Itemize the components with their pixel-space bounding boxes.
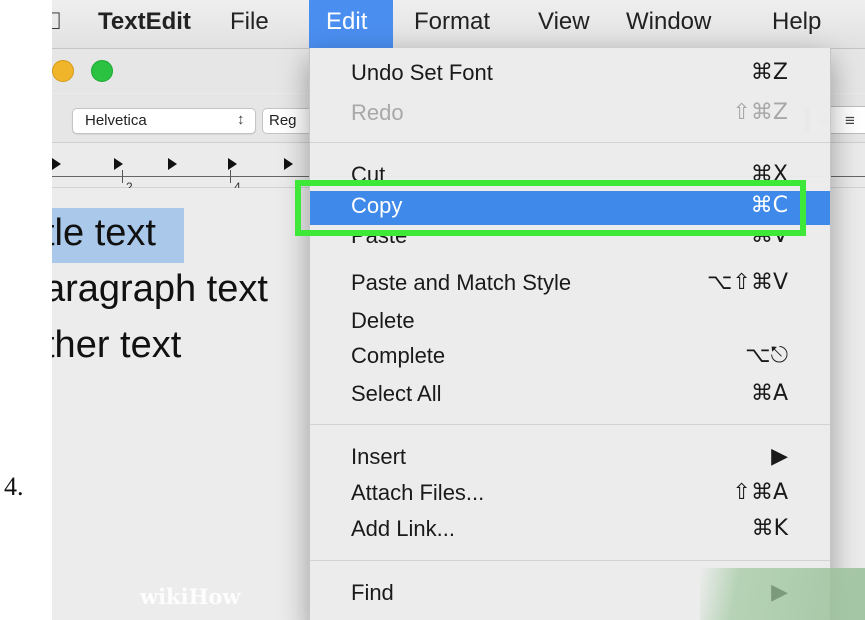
menu-item-label: Insert <box>351 444 407 469</box>
apple-menu-icon[interactable]:  <box>52 8 62 36</box>
submenu-arrow-icon: ▶ <box>771 444 788 469</box>
ruler-tick <box>122 170 123 183</box>
tab-stop-marker[interactable] <box>228 158 237 170</box>
screenshot:  TextEdit File Edit Format View Window … <box>52 0 865 620</box>
menu-item-label: Add Link... <box>351 516 455 541</box>
document-line[interactable]: tle text <box>52 212 156 255</box>
menu-item-label: Undo Set Font <box>351 60 493 85</box>
menu-item-label: Redo <box>351 100 404 125</box>
tab-stop-marker[interactable] <box>284 158 293 170</box>
menu-bar:  TextEdit File Edit Format View Window … <box>52 0 865 49</box>
menu-item-paste-match-style[interactable]: Paste and Match Style ⌥⇧⌘V <box>310 268 830 300</box>
menu-item-label: Delete <box>351 308 415 333</box>
menu-item-label: Find <box>351 580 394 605</box>
tab-stop-marker[interactable] <box>168 158 177 170</box>
document-line[interactable]: aragraph text <box>52 268 268 311</box>
menu-item-label: Paste and Match Style <box>351 270 572 295</box>
watermark-banner <box>700 568 865 620</box>
menu-item-shortcut: ⌘K <box>751 516 788 541</box>
menu-help[interactable]: Help <box>772 8 821 36</box>
tab-stop-marker[interactable] <box>114 158 123 170</box>
select-arrows-icon: ↕ <box>237 111 245 128</box>
menu-separator <box>310 142 830 143</box>
menu-item-shortcut: ⇧⌘Z <box>732 100 788 125</box>
tab-stop-marker[interactable] <box>52 158 61 170</box>
menu-file[interactable]: File <box>230 8 269 36</box>
menu-item-shortcut: ⌘Z <box>750 60 788 85</box>
menu-item-complete[interactable]: Complete ⌥⎋ <box>310 341 830 373</box>
ruler-tick <box>230 170 231 183</box>
menu-window[interactable]: Window <box>626 8 711 36</box>
font-style-value: Reg <box>269 112 297 129</box>
menu-item-label: Attach Files... <box>351 480 485 505</box>
menu-item-redo[interactable]: Redo ⇧⌘Z <box>310 98 830 130</box>
minimize-button[interactable] <box>52 60 74 82</box>
menu-item-attach-files[interactable]: Attach Files... ⇧⌘A <box>310 478 830 510</box>
menu-item-shortcut: ⌥⎋ <box>745 343 788 368</box>
step-number: 4. <box>4 472 24 501</box>
font-family-select[interactable]: Helvetica ↕ <box>72 108 256 134</box>
menu-item-label: Complete <box>351 343 446 368</box>
app-menu[interactable]: TextEdit <box>98 8 191 36</box>
menu-item-insert[interactable]: Insert ▶ <box>310 442 830 474</box>
document-line[interactable]: ther text <box>52 324 181 367</box>
copy-callout-frame <box>295 180 806 236</box>
menu-item-undo[interactable]: Undo Set Font ⌘Z <box>310 58 830 90</box>
menu-item-shortcut: ⇧⌘A <box>732 480 788 505</box>
menu-separator <box>310 424 830 425</box>
menu-separator <box>310 560 830 561</box>
wikihow-watermark: wikiHow <box>140 584 241 609</box>
zoom-button[interactable] <box>91 60 113 82</box>
edit-menu: Undo Set Font ⌘Z Redo ⇧⌘Z Cut ⌘X Copy ⌘C… <box>309 48 831 620</box>
menu-item-select-all[interactable]: Select All ⌘A <box>310 379 830 411</box>
menu-item-delete[interactable]: Delete <box>310 306 830 338</box>
menu-item-add-link[interactable]: Add Link... ⌘K <box>310 514 830 546</box>
menu-item-label: Select All <box>351 381 442 406</box>
align-center-icon[interactable]: ≡ <box>845 111 855 131</box>
menu-view[interactable]: View <box>538 8 590 36</box>
menu-format[interactable]: Format <box>414 8 490 36</box>
menu-edit[interactable]: Edit <box>326 8 367 36</box>
font-family-value: Helvetica <box>85 112 147 129</box>
menu-item-shortcut: ⌘A <box>750 381 788 406</box>
menu-item-shortcut: ⌥⇧⌘V <box>707 270 788 295</box>
